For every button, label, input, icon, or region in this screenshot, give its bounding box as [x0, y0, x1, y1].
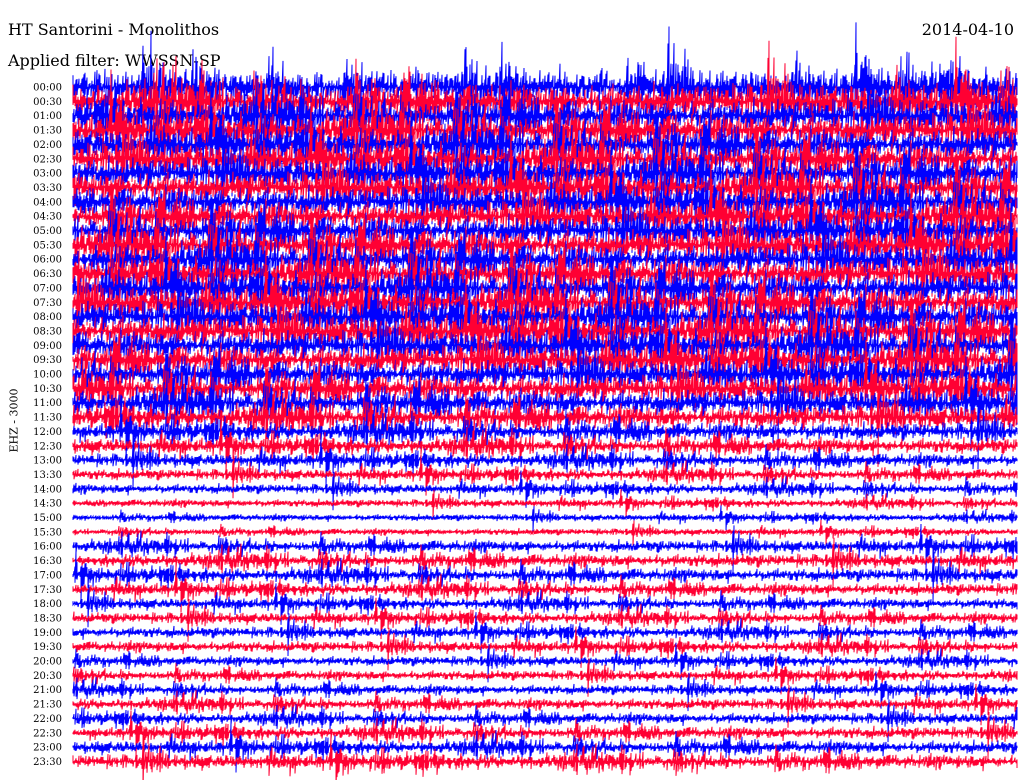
row-time-label: 01:30 — [33, 126, 62, 137]
row-time-label: 04:30 — [33, 212, 62, 223]
trace-row — [72, 417, 1018, 476]
row-time-label: 07:30 — [33, 298, 62, 309]
row-time-label: 23:30 — [33, 757, 62, 768]
row-time-label: 03:00 — [33, 169, 62, 180]
row-time-label: 12:30 — [33, 441, 62, 452]
row-time-label: 00:30 — [33, 97, 62, 108]
row-time-label: 08:30 — [33, 326, 62, 337]
row-time-label: 12:00 — [33, 427, 62, 438]
trace-group — [72, 22, 1018, 780]
row-time-label: 15:00 — [33, 513, 62, 524]
row-time-label: 10:30 — [33, 384, 62, 395]
row-time-label: 08:00 — [33, 312, 62, 323]
row-time-label: 21:00 — [33, 685, 62, 696]
row-time-label: 20:30 — [33, 671, 62, 682]
row-time-label: 09:00 — [33, 341, 62, 352]
row-time-label: 18:30 — [33, 613, 62, 624]
row-time-label: 23:00 — [33, 743, 62, 754]
row-time-label: 01:00 — [33, 111, 62, 122]
row-time-label: 21:30 — [33, 700, 62, 711]
trace-row — [72, 735, 1018, 780]
row-time-label: 03:30 — [33, 183, 62, 194]
row-time-label: 13:00 — [33, 456, 62, 467]
row-time-label: 22:00 — [33, 714, 62, 725]
row-time-label: 05:30 — [33, 240, 62, 251]
row-time-label: 18:00 — [33, 599, 62, 610]
row-time-label: 20:00 — [33, 657, 62, 668]
row-time-label: 16:00 — [33, 542, 62, 553]
row-time-label: 10:00 — [33, 370, 62, 381]
row-time-label: 09:30 — [33, 355, 62, 366]
row-time-label: 06:00 — [33, 255, 62, 266]
row-time-label: 15:30 — [33, 527, 62, 538]
row-time-label: 19:00 — [33, 628, 62, 639]
row-time-label: 16:30 — [33, 556, 62, 567]
row-time-label: 14:30 — [33, 499, 62, 510]
row-label-group: 00:00 00:30 01:00 01:30 02:00 02:30 03:00 03:30… — [33, 83, 62, 768]
trace-row — [72, 505, 1018, 532]
helicorder-plot: 00:00 00:30 01:00 01:30 02:00 02:30 03:00 03:30… — [33, 22, 1018, 780]
row-time-label: 05:00 — [33, 226, 62, 237]
row-time-label: 11:00 — [33, 398, 62, 409]
row-time-label: 06:30 — [33, 269, 62, 280]
row-time-label: 17:30 — [33, 585, 62, 596]
row-time-label: 22:30 — [33, 728, 62, 739]
row-time-label: 02:00 — [33, 140, 62, 151]
row-time-label: 17:00 — [33, 570, 62, 581]
row-time-label: 13:30 — [33, 470, 62, 481]
row-time-label: 07:00 — [33, 283, 62, 294]
row-time-label: 04:00 — [33, 197, 62, 208]
row-time-label: 14:00 — [33, 484, 62, 495]
row-time-label: 19:30 — [33, 642, 62, 653]
row-time-label: 11:30 — [33, 413, 62, 424]
row-time-label: 02:30 — [33, 154, 62, 165]
row-time-label: 00:00 — [33, 83, 62, 94]
